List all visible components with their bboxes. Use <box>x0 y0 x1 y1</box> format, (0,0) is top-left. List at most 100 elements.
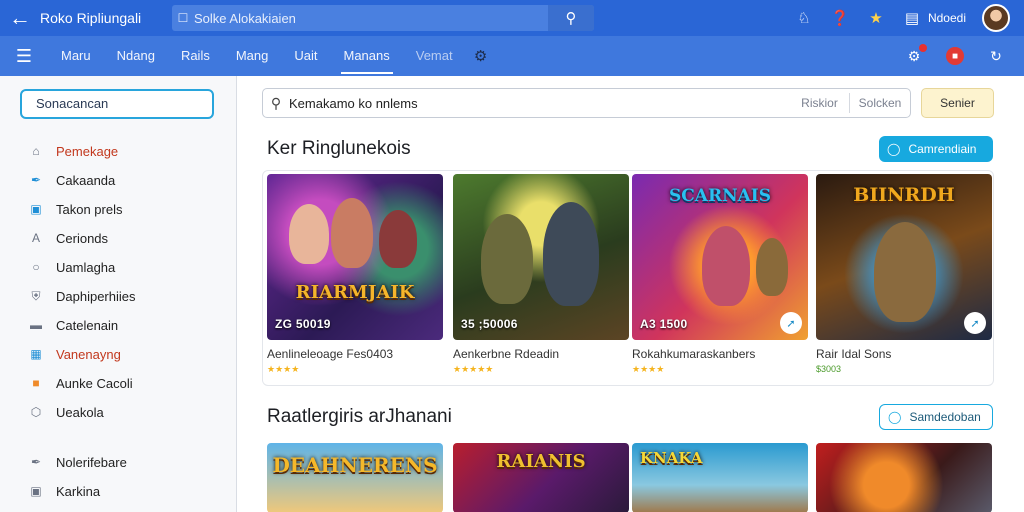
sidebar-item-label: Catelenain <box>56 317 119 333</box>
menu-icon[interactable]: ☰ <box>0 46 48 67</box>
monitor-icon: ▬ <box>30 318 42 332</box>
game-card[interactable]: RIARMJAIK ZG 50019 Aenlineleoage Fes0403… <box>267 174 443 375</box>
search-icon[interactable]: ⚲ <box>548 5 594 31</box>
feather-icon: ✒ <box>30 173 42 187</box>
sidebar-item-label: Takon prels <box>56 201 123 217</box>
refresh-icon[interactable]: ↻ <box>986 46 1006 66</box>
rating-stars: ★★★★ <box>632 364 808 375</box>
game-card[interactable]: SCARNAIS A3 1500 ➚ Rokahkumaraskanbers ★… <box>632 174 808 375</box>
sidebar-item-cerionds[interactable]: A Cerionds <box>28 227 108 249</box>
sidebar-item-takon-prels[interactable]: ▣ Takon prels <box>28 198 122 220</box>
cart-icon[interactable]: ⚙ <box>904 44 927 66</box>
sidebar-item-karkina[interactable]: ▣ Karkina <box>28 480 100 502</box>
sidebar-item-catelenain[interactable]: ▬ Catelenain <box>28 314 118 336</box>
rating-stars: ★★★★★ <box>453 364 629 375</box>
wallet-icon[interactable]: ▤ <box>902 8 922 28</box>
sidebar-item-label: Ueakola <box>56 404 104 420</box>
filter-button[interactable]: Riskior <box>790 93 850 113</box>
bell-icon[interactable]: ★ <box>866 8 886 28</box>
section-title: Ker Ringlunekois <box>267 138 411 159</box>
main-search-bar[interactable]: ⚲ Kemakamo ko nnlems Riskior Solcken <box>262 88 911 118</box>
game-price: ZG 50019 <box>275 317 331 331</box>
game-price: 35 ;50006 <box>461 317 518 331</box>
share-icon[interactable]: ➚ <box>780 312 802 334</box>
game-card[interactable]: KNAKA <box>632 443 808 512</box>
tab-ndang[interactable]: Ndang <box>104 36 168 76</box>
home-icon: ⌂ <box>32 144 40 158</box>
controller-icon: ◯ <box>887 142 901 156</box>
game-logo: DEAHNERENS <box>272 453 438 477</box>
tab-vemat[interactable]: Vemat <box>403 36 466 76</box>
game-cover-image <box>816 443 992 512</box>
game-card[interactable]: 35 ;50006 Aenkerbne Rdeadin ★★★★★ <box>453 174 629 375</box>
sidebar-item-label: Nolerifebare <box>56 454 127 470</box>
rating-stars: $3003 <box>816 364 992 374</box>
game-card[interactable]: RAIANIS <box>453 443 629 512</box>
search-button[interactable]: Senier <box>921 88 994 118</box>
top-search-bar[interactable]: ☐ Solke Alokakiaien ⚲ <box>172 5 594 31</box>
tab-rails[interactable]: Rails <box>168 36 223 76</box>
game-title: Rokahkumaraskanbers <box>632 347 756 361</box>
search-icon: ⚲ <box>270 94 282 111</box>
circle-icon: ○ <box>32 260 40 274</box>
image-icon: ▣ <box>30 484 42 498</box>
calendar-icon: ▦ <box>30 347 42 361</box>
section-action-button[interactable]: ◯ Camrendiain <box>879 136 993 162</box>
game-cover-image: RIARMJAIK ZG 50019 <box>267 174 443 340</box>
game-card[interactable] <box>816 443 992 512</box>
rating-value: ★★★★★ <box>453 364 494 374</box>
main-search-input[interactable]: Kemakamo ko nnlems <box>289 96 790 111</box>
game-logo: KNAKA <box>640 449 703 467</box>
top-search-input[interactable]: Solke Alokakiaien <box>194 11 548 26</box>
main-content: ⚲ Kemakamo ko nnlems Riskior Solcken Sen… <box>237 76 1024 512</box>
badge-icon[interactable]: ■ <box>946 47 964 65</box>
rating-value: ★★★★ <box>632 364 665 374</box>
sidebar-item-label: Cakaanda <box>56 172 116 188</box>
sidebar-item-label: Cerionds <box>56 230 109 246</box>
game-title: Aenlineleoage Fes0403 <box>267 347 394 361</box>
gem-icon: ⬡ <box>30 405 42 419</box>
tab-maru[interactable]: Maru <box>48 36 104 76</box>
sidebar-item-vanenayng[interactable]: ▦ Vanenayng <box>28 343 121 365</box>
game-card[interactable]: BIINRDH ➚ Rair Idal Sons $3003 <box>816 174 992 374</box>
sidebar-item-label: Uamlagha <box>56 259 116 275</box>
game-logo: SCARNAIS <box>668 186 772 206</box>
game-logo: RAIANIS <box>496 451 586 472</box>
rating-stars: ★★★★ <box>267 364 443 375</box>
gear-icon[interactable]: ⚙ <box>466 47 496 65</box>
game-logo: BIINRDH <box>853 184 955 206</box>
game-logo: RIARMJAIK <box>295 282 415 303</box>
tab-mang[interactable]: Mang <box>223 36 282 76</box>
sidebar-item-nolerifebare[interactable]: ✒ Nolerifebare <box>28 451 127 473</box>
game-card[interactable]: DEAHNERENS <box>267 443 443 512</box>
sidebar-item-pemekage[interactable]: ⌂ Pemekage <box>28 140 118 162</box>
sidebar-item-label: Daphiperhiies <box>56 288 136 304</box>
sidebar-item-uamlagha[interactable]: ○ Uamlagha <box>28 256 115 278</box>
game-cover-image: DEAHNERENS <box>267 443 443 512</box>
game-cover-image: 35 ;50006 <box>453 174 629 340</box>
tab-manans[interactable]: Manans <box>331 36 403 76</box>
badge-icon: ▣ <box>30 202 42 216</box>
avatar[interactable] <box>982 4 1010 32</box>
sidebar-item-daphiperhiies[interactable]: ⛨ Daphiperhiies <box>28 285 136 307</box>
share-icon[interactable]: ➚ <box>964 312 986 334</box>
shield-icon: ⛨ <box>31 288 41 303</box>
section-action-button[interactable]: ◯ Samdedoban <box>879 404 993 430</box>
gamepad-icon[interactable]: ♘ <box>794 8 814 28</box>
sidebar-item-ueakola[interactable]: ⬡ Ueakola <box>28 401 104 423</box>
sort-button[interactable]: Solcken <box>850 96 910 110</box>
user-name[interactable]: Ndoedi <box>928 11 966 25</box>
sidebar-item-label: Pemekage <box>56 143 119 159</box>
tab-uait[interactable]: Uait <box>281 36 330 76</box>
game-title: Rair Idal Sons <box>816 347 892 361</box>
game-cover-image: BIINRDH ➚ <box>816 174 992 340</box>
help-icon[interactable]: ❓ <box>830 8 850 28</box>
game-cover-image: RAIANIS <box>453 443 629 512</box>
sidebar-search-box[interactable]: Sonacancan <box>20 89 214 119</box>
sidebar-item-aunke-cacoli[interactable]: ■ Aunke Cacoli <box>28 372 132 394</box>
rating-value: $3003 <box>816 364 842 374</box>
sidebar-item-cakaanda[interactable]: ✒ Cakaanda <box>28 169 115 191</box>
controller-icon: ◯ <box>888 410 902 424</box>
back-arrow-icon[interactable]: ← <box>0 0 40 36</box>
tag-icon: ■ <box>32 376 40 390</box>
